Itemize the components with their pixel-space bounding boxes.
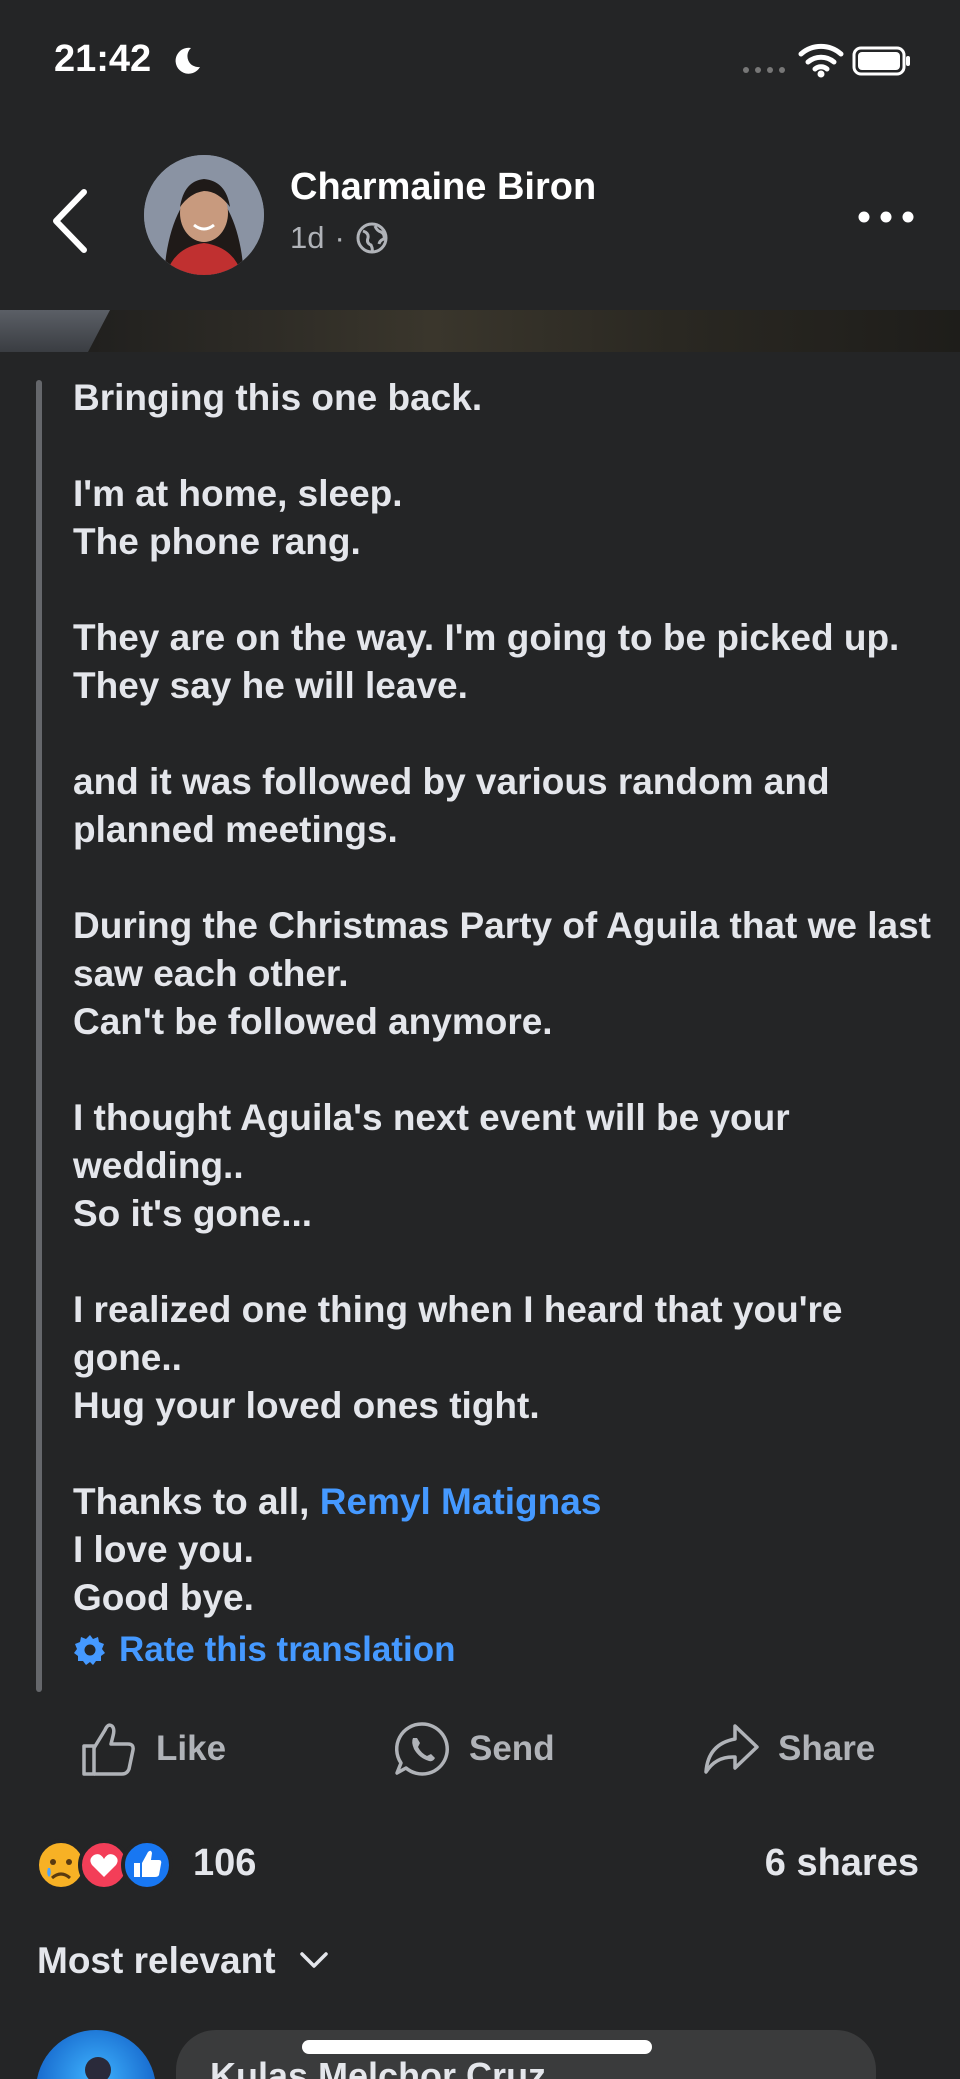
- like-button[interactable]: Like: [80, 1720, 226, 1778]
- reaction-icons[interactable]: [34, 1838, 184, 1892]
- thanks-text: Thanks to all,: [73, 1481, 320, 1522]
- whatsapp-icon: [394, 1722, 449, 1776]
- mention-link[interactable]: Remyl Matignas: [320, 1481, 602, 1522]
- post-line: Thanks to all, Remyl Matignas: [73, 1478, 933, 1526]
- sad-reaction-icon: [35, 1839, 87, 1891]
- status-time: 21:42: [54, 38, 152, 80]
- send-button[interactable]: Send: [393, 1720, 555, 1778]
- post-paragraph: I'm at home, sleep. The phone rang.: [73, 470, 933, 566]
- sort-label: Most relevant: [37, 1940, 276, 1981]
- home-indicator[interactable]: [302, 2040, 652, 2054]
- send-label: Send: [469, 1729, 555, 1768]
- quote-bar: [36, 380, 42, 1692]
- image-shade: [0, 310, 110, 352]
- post-line: Hug your loved ones tight.: [73, 1385, 540, 1426]
- post-line: and it was followed by various random an…: [73, 761, 830, 850]
- post-paragraph: I realized one thing when I heard that y…: [73, 1286, 933, 1430]
- reactions-row: 106 6 shares: [0, 1830, 960, 1900]
- meta-separator: ·: [334, 220, 345, 255]
- comment-sort-dropdown[interactable]: Most relevant: [37, 1940, 330, 1982]
- action-row: Like Send Share: [0, 1700, 960, 1790]
- post-line: The phone rang.: [73, 521, 361, 562]
- battery-icon: [852, 46, 910, 76]
- back-button[interactable]: [46, 186, 96, 256]
- post-paragraph: Bringing this one back.: [73, 374, 933, 422]
- moon-icon: [175, 47, 200, 74]
- post-image-edge[interactable]: [0, 310, 960, 352]
- post-line: I love you.: [73, 1529, 254, 1570]
- post-header: Charmaine Biron 1d ·: [0, 120, 960, 310]
- post-paragraph: I thought Aguila's next event will be yo…: [73, 1094, 933, 1238]
- post-paragraph: They are on the way. I'm going to be pic…: [73, 614, 933, 710]
- globe-icon: [356, 222, 388, 254]
- commenter-avatar-image: [85, 2057, 111, 2079]
- shares-count[interactable]: 6 shares: [765, 1842, 919, 1885]
- love-reaction-icon: [78, 1839, 130, 1891]
- post-line: Can't be followed anymore.: [73, 1001, 553, 1042]
- post-line: I'm at home, sleep.: [73, 473, 403, 514]
- post-line: Good bye.: [73, 1577, 254, 1618]
- like-reaction-icon: [121, 1839, 173, 1891]
- avatar-image: [144, 155, 264, 275]
- post-text: Bringing this one back. I'm at home, sle…: [73, 374, 933, 1622]
- like-label: Like: [156, 1729, 227, 1768]
- post-body: Bringing this one back. I'm at home, sle…: [0, 352, 960, 1692]
- chevron-down-icon: [299, 1952, 328, 1968]
- more-options-icon[interactable]: [856, 202, 916, 232]
- signal-icon: [743, 67, 785, 73]
- comment-author[interactable]: Kulas Melchor Cruz: [210, 2055, 546, 2079]
- post-meta: 1d ·: [290, 220, 389, 256]
- author-name[interactable]: Charmaine Biron: [290, 166, 596, 209]
- post-paragraph: Thanks to all, Remyl Matignas I love you…: [73, 1478, 933, 1622]
- reaction-count[interactable]: 106: [193, 1842, 256, 1885]
- thumbs-up-icon: [82, 1723, 135, 1776]
- status-bar: 21:42: [0, 0, 960, 120]
- post-paragraph: During the Christmas Party of Aguila tha…: [73, 902, 933, 1046]
- share-label: Share: [778, 1729, 876, 1768]
- rate-translation-link[interactable]: Rate this translation: [73, 1630, 455, 1670]
- commenter-avatar[interactable]: [36, 2030, 156, 2079]
- post-time[interactable]: 1d: [290, 220, 324, 256]
- post-line: During the Christmas Party of Aguila tha…: [73, 905, 931, 994]
- wifi-icon: [798, 43, 844, 78]
- author-avatar[interactable]: [144, 155, 264, 275]
- post-paragraph: and it was followed by various random an…: [73, 758, 933, 854]
- post-line: I realized one thing when I heard that y…: [73, 1289, 843, 1378]
- post-line: They are on the way. I'm going to be pic…: [73, 617, 900, 706]
- post-line: So it's gone...: [73, 1193, 313, 1234]
- rate-translation-label: Rate this translation: [119, 1630, 456, 1669]
- gear-icon: [74, 1635, 105, 1665]
- share-button[interactable]: Share: [702, 1720, 875, 1778]
- post-line: Bringing this one back.: [73, 377, 483, 418]
- post-line: I thought Aguila's next event will be yo…: [73, 1097, 790, 1186]
- share-arrow-icon: [704, 1724, 759, 1774]
